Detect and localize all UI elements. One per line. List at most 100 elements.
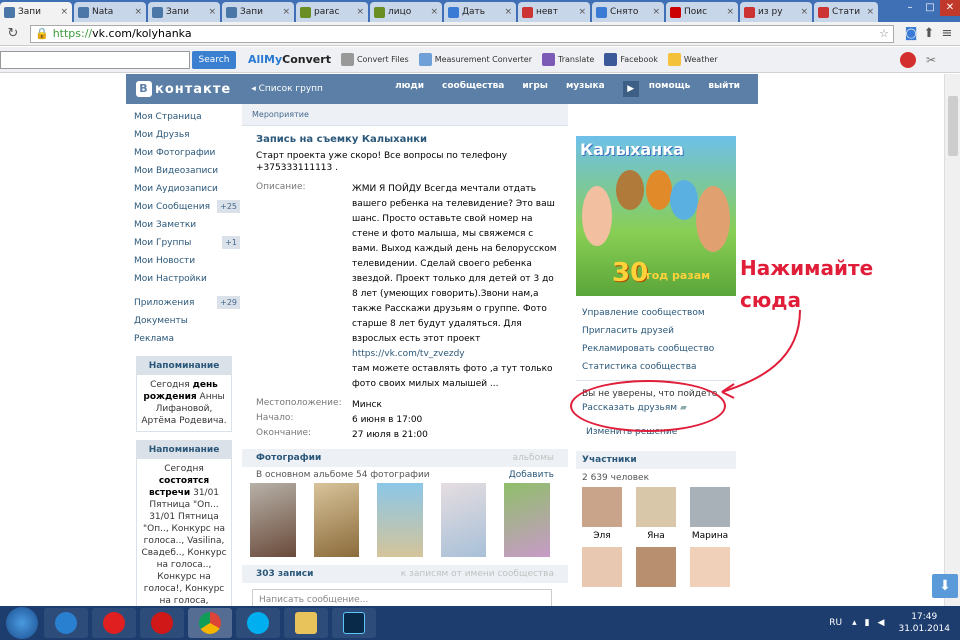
menu-games[interactable]: игры: [522, 81, 548, 97]
member-name[interactable]: Марина: [692, 531, 728, 541]
taskbar-opera[interactable]: [140, 608, 184, 638]
photo-thumb[interactable]: [250, 483, 296, 557]
sidebar-item[interactable]: Мои Видеозаписи: [126, 162, 240, 180]
network-icon[interactable]: ▮: [865, 618, 870, 628]
browser-tab[interactable]: Снято ×: [592, 2, 664, 22]
member-card[interactable]: [636, 547, 676, 591]
sidebar-item[interactable]: Мои Заметки: [126, 216, 240, 234]
sidebar-item[interactable]: Мои Друзья: [126, 126, 240, 144]
avatar[interactable]: [636, 547, 676, 587]
menu-logout[interactable]: выйти: [708, 81, 740, 97]
count-badge[interactable]: +29: [217, 296, 240, 309]
browser-tab[interactable]: Nata ×: [74, 2, 146, 22]
toolbar-search-button[interactable]: Search: [192, 50, 236, 69]
toolbar-translate[interactable]: Translate: [542, 53, 594, 66]
photo-thumb[interactable]: [504, 483, 550, 557]
add-photo-link[interactable]: Добавить: [509, 470, 554, 480]
tab-close-icon[interactable]: ×: [204, 7, 216, 17]
toolbar-facebook[interactable]: Facebook: [604, 53, 658, 66]
maximize-icon[interactable]: □: [920, 0, 940, 16]
minimize-icon[interactable]: –: [900, 0, 920, 16]
tab-close-icon[interactable]: ×: [722, 7, 734, 17]
toolbar-measurement[interactable]: Measurement Converter: [418, 53, 532, 66]
browser-tab[interactable]: Стати ×: [814, 2, 878, 22]
groups-list-link[interactable]: ◂ Список групп: [251, 84, 323, 94]
member-name[interactable]: Эля: [593, 531, 610, 541]
tab-close-icon[interactable]: ×: [426, 7, 438, 17]
tab-close-icon[interactable]: ×: [500, 7, 512, 17]
tab-close-icon[interactable]: ×: [796, 7, 808, 17]
tab-close-icon[interactable]: ×: [130, 7, 142, 17]
menu-help[interactable]: помощь: [649, 81, 691, 97]
member-card[interactable]: [690, 547, 730, 591]
albums-link[interactable]: альбомы: [512, 449, 554, 467]
page-scrollbar[interactable]: [944, 74, 960, 606]
count-badge[interactable]: +25: [217, 200, 240, 213]
menu-communities[interactable]: сообщества: [442, 81, 504, 97]
volume-icon[interactable]: ◀: [878, 618, 885, 628]
sidebar-item[interactable]: Мои Аудиозаписи: [126, 180, 240, 198]
sidebar-item[interactable]: Мои Новости: [126, 252, 240, 270]
browser-tab[interactable]: невт ×: [518, 2, 590, 22]
member-name[interactable]: Яна: [647, 531, 665, 541]
allmyconvert-logo[interactable]: AllMyConvert: [248, 53, 331, 66]
bookmark-star-icon[interactable]: ☆: [879, 27, 889, 40]
url-input[interactable]: 🔒 https:// vk.com/kolyhanka ☆: [30, 24, 894, 43]
download-arrow-icon[interactable]: ⬇: [932, 574, 958, 598]
member-card[interactable]: Эля: [582, 487, 622, 541]
sidebar-item[interactable]: Приложения +29: [126, 294, 240, 312]
browser-tab[interactable]: из ру ×: [740, 2, 812, 22]
members-header[interactable]: Участники: [576, 451, 736, 469]
avatar[interactable]: [582, 487, 622, 527]
taskbar-skype[interactable]: [236, 608, 280, 638]
menu-music[interactable]: музыка: [566, 81, 605, 97]
tray-arrow-icon[interactable]: ▴: [852, 618, 857, 628]
avatar[interactable]: [690, 547, 730, 587]
browser-tab[interactable]: Поис ×: [666, 2, 738, 22]
photo-thumb[interactable]: [440, 483, 487, 557]
taskbar-photoshop[interactable]: [332, 608, 376, 638]
tab-close-icon[interactable]: ×: [574, 7, 586, 17]
tab-close-icon[interactable]: ×: [862, 7, 874, 17]
sidebar-item[interactable]: Документы: [126, 312, 240, 330]
description-link[interactable]: https://vk.com/tv_zvezdy: [352, 349, 465, 359]
tab-close-icon[interactable]: ×: [352, 7, 364, 17]
extension-icon[interactable]: ◙: [902, 26, 920, 41]
photo-thumb[interactable]: [377, 483, 423, 557]
browser-tab[interactable]: Запи ×: [148, 2, 220, 22]
event-poster[interactable]: Калыханка 30 год разам: [576, 136, 736, 296]
browser-tab[interactable]: Дать ×: [444, 2, 516, 22]
toolbar-search-input[interactable]: [0, 50, 190, 69]
clock[interactable]: 17:49 31.01.2014: [898, 611, 950, 635]
member-card[interactable]: [582, 547, 622, 591]
tab-close-icon[interactable]: ×: [648, 7, 660, 17]
toolbar-weather[interactable]: Weather: [667, 53, 718, 66]
reload-icon[interactable]: ↻: [4, 26, 22, 41]
sidebar-item[interactable]: Моя Страница: [126, 108, 240, 126]
sidebar-item[interactable]: Мои Сообщения +25: [126, 198, 240, 216]
toolbar-convert-files[interactable]: Convert Files: [340, 53, 409, 66]
taskbar-media-player[interactable]: [44, 608, 88, 638]
taskbar-chrome[interactable]: [188, 608, 232, 638]
start-button[interactable]: [6, 607, 38, 639]
sidebar-item[interactable]: Мои Настройки: [126, 270, 240, 288]
tooltip-extension-icon[interactable]: ⬆: [920, 26, 938, 41]
vk-logo[interactable]: Вконтакте: [136, 81, 231, 97]
menu-people[interactable]: люди: [395, 81, 424, 97]
taskbar-explorer[interactable]: [284, 608, 328, 638]
scrollbar-thumb[interactable]: [948, 96, 958, 156]
close-icon[interactable]: ✕: [940, 0, 960, 16]
browser-tab[interactable]: лицо ×: [370, 2, 442, 22]
sidebar-item[interactable]: Мои Фотографии: [126, 144, 240, 162]
tools-icon[interactable]: ✂: [926, 53, 936, 67]
browser-tab[interactable]: parac ×: [296, 2, 368, 22]
photo-thumb[interactable]: [313, 483, 360, 557]
avatar[interactable]: [636, 487, 676, 527]
avatar[interactable]: [582, 547, 622, 587]
taskbar-yandex[interactable]: [92, 608, 136, 638]
wall-filter-link[interactable]: к записям от имени сообщества: [401, 565, 554, 583]
ask-icon[interactable]: [899, 51, 916, 68]
count-badge[interactable]: +1: [222, 236, 240, 249]
browser-tab[interactable]: Запи ×: [222, 2, 294, 22]
member-card[interactable]: Марина: [690, 487, 730, 541]
